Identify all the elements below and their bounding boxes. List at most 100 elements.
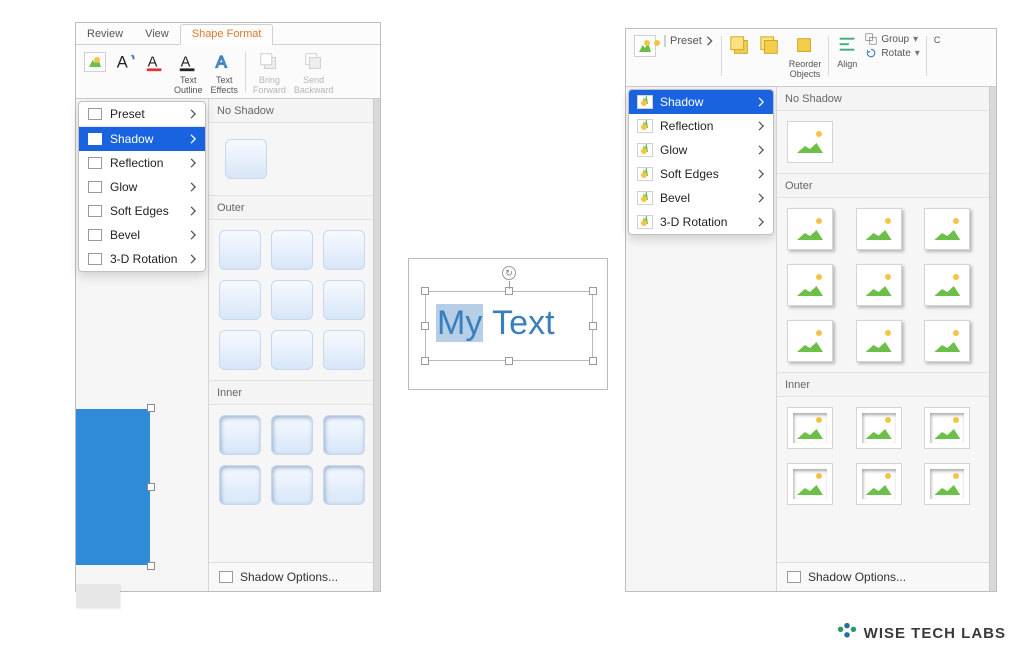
inner-tile[interactable] — [219, 415, 261, 455]
send-backward-button[interactable]: Send Backward — [290, 49, 338, 98]
ribbon-row: A A A Text Outline A Text Effects Bring … — [76, 45, 380, 99]
menu-shadow[interactable]: Shadow — [629, 90, 773, 114]
options-icon — [219, 571, 233, 583]
menu-3d-rotation[interactable]: 3-D Rotation — [629, 210, 773, 234]
outer-tile[interactable] — [856, 264, 902, 306]
layer-back-button[interactable] — [755, 33, 785, 61]
separator — [828, 36, 829, 76]
resize-handle[interactable] — [421, 357, 429, 365]
inner-tile[interactable] — [219, 465, 261, 505]
outer-tile[interactable] — [323, 280, 365, 320]
menu-bevel[interactable]: Bevel — [79, 223, 205, 247]
menu-shadow[interactable]: Shadow — [79, 127, 205, 151]
inner-tile[interactable] — [271, 465, 313, 505]
inner-tile[interactable] — [856, 407, 902, 449]
outer-tile[interactable] — [219, 330, 261, 370]
picture-style-button[interactable] — [80, 49, 110, 77]
selected-shape-blue-rect[interactable] — [76, 409, 150, 565]
resize-handle[interactable] — [505, 357, 513, 365]
inner-tile[interactable] — [271, 415, 313, 455]
menu-bevel[interactable]: Bevel — [629, 186, 773, 210]
textbox-text[interactable]: My Text — [436, 304, 555, 343]
separator — [245, 52, 246, 92]
outer-tile[interactable] — [787, 208, 833, 250]
shadow-options-link[interactable]: Shadow Options... — [777, 562, 989, 591]
resize-handle[interactable] — [589, 357, 597, 365]
group-rotate-col: Group▾ Rotate▾ — [862, 33, 923, 59]
menu-preset[interactable]: Preset — [79, 102, 205, 126]
picture-format-panel: Preset Reorder Objects Align Group▾ Rota… — [625, 28, 997, 592]
outer-tile[interactable] — [219, 230, 261, 270]
outer-tile[interactable] — [271, 230, 313, 270]
text-color-button[interactable]: A — [140, 49, 170, 77]
resize-handle[interactable] — [589, 322, 597, 330]
crop-button[interactable]: C — [930, 33, 945, 47]
outer-tile[interactable] — [271, 280, 313, 320]
scrollbar[interactable] — [373, 99, 380, 591]
rotate-handle[interactable]: ↻ — [502, 266, 516, 280]
text-color-icon: A — [144, 51, 166, 73]
outer-tile[interactable] — [787, 264, 833, 306]
outer-tile[interactable] — [787, 320, 833, 362]
tab-review[interactable]: Review — [76, 23, 134, 44]
outer-tile[interactable] — [271, 330, 313, 370]
inner-grid — [777, 397, 989, 515]
text-fill-button[interactable]: A — [110, 49, 140, 77]
text-effects-button[interactable]: A Text Effects — [207, 49, 242, 98]
shadow-options-link[interactable]: Shadow Options... — [209, 562, 373, 591]
menu-soft-edges[interactable]: Soft Edges — [79, 199, 205, 223]
resize-handle[interactable] — [421, 322, 429, 330]
textbox-selection[interactable]: ↻ My Text — [425, 291, 593, 361]
no-shadow-tile[interactable] — [787, 121, 833, 163]
inner-tile[interactable] — [924, 407, 970, 449]
menu-soft-edges[interactable]: Soft Edges — [629, 162, 773, 186]
rotate-button[interactable]: Rotate▾ — [865, 47, 920, 59]
scrollbar[interactable] — [989, 87, 996, 591]
inner-tile[interactable] — [323, 415, 365, 455]
rotate-icon — [865, 47, 877, 59]
menu-3d-rotation[interactable]: 3-D Rotation — [79, 247, 205, 271]
no-shadow-tile[interactable] — [225, 139, 267, 179]
menu-glow[interactable]: Glow — [79, 175, 205, 199]
tab-view[interactable]: View — [134, 23, 180, 44]
preset-button[interactable]: Preset — [660, 33, 718, 50]
ribbon-row-right: Preset Reorder Objects Align Group▾ Rota… — [626, 29, 996, 87]
outer-tile[interactable] — [323, 230, 365, 270]
inner-tile[interactable] — [787, 463, 833, 505]
resize-handle[interactable] — [589, 287, 597, 295]
outer-tile[interactable] — [924, 208, 970, 250]
reorder-objects-button[interactable]: Reorder Objects — [785, 33, 826, 82]
picture-effects-button[interactable] — [630, 33, 660, 61]
outer-grid — [777, 198, 989, 372]
layer-front-button[interactable] — [725, 33, 755, 61]
effects-dropdown-row-right: Shadow Reflection Glow Soft Edges Bevel … — [626, 87, 996, 591]
text-outline-button[interactable]: A Text Outline — [170, 49, 207, 98]
resize-handle[interactable] — [421, 287, 429, 295]
align-button[interactable]: Align — [832, 33, 862, 71]
brand-logo: WISE TECH LABS — [836, 622, 1006, 644]
bring-forward-button[interactable]: Bring Forward — [249, 49, 290, 98]
thumb-rect — [76, 584, 120, 608]
menu-glow[interactable]: Glow — [629, 138, 773, 162]
outer-tile[interactable] — [856, 208, 902, 250]
inner-grid — [209, 405, 373, 515]
inner-tile[interactable] — [323, 465, 365, 505]
shadow-gallery: No Shadow Outer Inner Shadow Options... — [208, 99, 373, 591]
svg-text:A: A — [216, 54, 227, 72]
layer-back-icon — [759, 35, 781, 57]
outer-tile[interactable] — [856, 320, 902, 362]
inner-tile[interactable] — [787, 407, 833, 449]
group-button[interactable]: Group▾ — [865, 33, 920, 45]
inner-tile[interactable] — [856, 463, 902, 505]
outer-tile[interactable] — [924, 264, 970, 306]
gallery-section-no-shadow: No Shadow — [777, 87, 989, 111]
effects-menu-right: Shadow Reflection Glow Soft Edges Bevel … — [628, 89, 774, 235]
tab-shape-format[interactable]: Shape Format — [180, 24, 274, 45]
outer-tile[interactable] — [219, 280, 261, 320]
menu-reflection[interactable]: Reflection — [79, 151, 205, 175]
separator — [721, 36, 722, 76]
menu-reflection[interactable]: Reflection — [629, 114, 773, 138]
outer-tile[interactable] — [924, 320, 970, 362]
inner-tile[interactable] — [924, 463, 970, 505]
outer-tile[interactable] — [323, 330, 365, 370]
